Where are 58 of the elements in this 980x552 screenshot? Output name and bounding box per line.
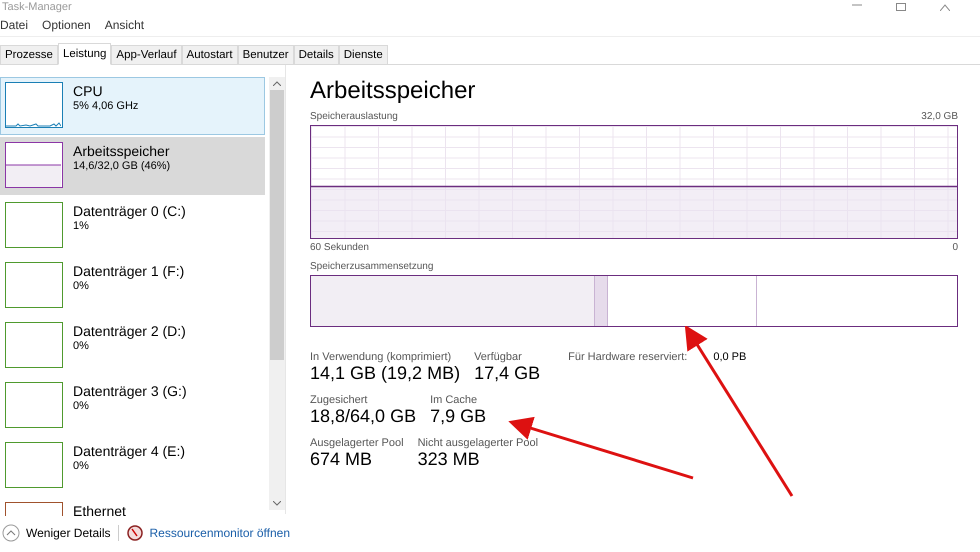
tab[interactable]: Prozesse bbox=[0, 45, 58, 64]
stat-value: 323 MB bbox=[418, 449, 481, 470]
stat-value: 17,4 GB bbox=[474, 363, 540, 384]
stat-label: Nicht ausgelagerter Pool bbox=[418, 437, 538, 449]
tab[interactable]: Details bbox=[294, 45, 339, 64]
item-name: Arbeitsspeicher bbox=[73, 142, 170, 160]
stat-label: Ausgelagerter Pool bbox=[310, 437, 404, 449]
stat-value: 7,9 GB bbox=[430, 406, 486, 427]
item-name: Datenträger 0 (C:) bbox=[73, 202, 186, 220]
close-icon[interactable] bbox=[940, 3, 950, 11]
item-name: Ethernet bbox=[73, 502, 126, 516]
axis-label: 0 bbox=[952, 242, 958, 253]
graph-max: 32,0 GB bbox=[921, 111, 958, 122]
tab[interactable]: Autostart bbox=[182, 45, 238, 64]
item-name: Datenträger 2 (D:) bbox=[73, 322, 186, 340]
less-details-button[interactable]: Weniger Details bbox=[2, 524, 110, 542]
tab[interactable]: Leistung bbox=[58, 43, 112, 65]
maximize-icon[interactable] bbox=[896, 3, 906, 11]
scrollbar[interactable] bbox=[269, 77, 285, 510]
item-detail: 1% bbox=[73, 220, 90, 232]
stat-label: Verfügbar bbox=[474, 351, 523, 363]
gauge-icon bbox=[127, 525, 144, 541]
chevron-down-icon[interactable] bbox=[273, 501, 281, 506]
item-detail: 0% bbox=[73, 340, 90, 352]
menu-item[interactable]: Datei bbox=[0, 18, 28, 32]
item-name: Datenträger 4 (E:) bbox=[73, 442, 186, 460]
item-detail: 0% bbox=[73, 460, 90, 472]
chevron-up-icon[interactable] bbox=[273, 81, 281, 86]
window-title: Task-Manager bbox=[2, 1, 72, 13]
item-detail: 0% bbox=[73, 280, 90, 292]
tab[interactable]: Benutzer bbox=[238, 45, 294, 64]
stat-value: 18,8/64,0 GB bbox=[310, 406, 416, 427]
stat-label: Für Hardware reserviert: bbox=[568, 351, 688, 363]
stat-value: 0,0 PB bbox=[713, 351, 746, 363]
stat-label: Im Cache bbox=[430, 394, 478, 406]
tab[interactable]: Dienste bbox=[338, 45, 388, 64]
axis-label: 60 Sekunden bbox=[310, 242, 369, 253]
item-detail: 5% 4,06 GHz bbox=[73, 100, 138, 112]
item-detail: 0% bbox=[73, 400, 90, 412]
item-name: CPU bbox=[73, 82, 104, 100]
graph-label: Speicherzusammensetzung bbox=[310, 261, 434, 272]
chevron-up-icon bbox=[2, 524, 20, 542]
tab[interactable]: App-Verlauf bbox=[111, 45, 182, 64]
resource-monitor-link[interactable]: Ressourcenmonitor öffnen bbox=[127, 525, 290, 541]
stat-value: 14,1 GB (19,2 MB) bbox=[310, 363, 460, 384]
sidebar-item[interactable]: CPU 5% 4,06 GHz bbox=[0, 77, 265, 135]
item-name: Datenträger 1 (F:) bbox=[73, 262, 184, 280]
stat-label: Zugesichert bbox=[310, 394, 368, 406]
menu-item[interactable]: Optionen bbox=[42, 18, 91, 32]
menu-item[interactable]: Ansicht bbox=[104, 18, 144, 32]
sidebar-item[interactable]: Arbeitsspeicher 14,6/32,0 GB (46%) bbox=[0, 137, 265, 195]
graph-label: Speicherauslastung bbox=[310, 111, 398, 122]
stat-value: 674 MB bbox=[310, 449, 374, 470]
section-title: Arbeitsspeicher bbox=[310, 77, 476, 105]
item-detail: 14,6/32,0 GB (46%) bbox=[73, 160, 170, 172]
stat-label: In Verwendung (komprimiert) bbox=[310, 351, 452, 363]
item-name: Datenträger 3 (G:) bbox=[73, 382, 187, 400]
minimize-icon[interactable] bbox=[852, 3, 862, 7]
